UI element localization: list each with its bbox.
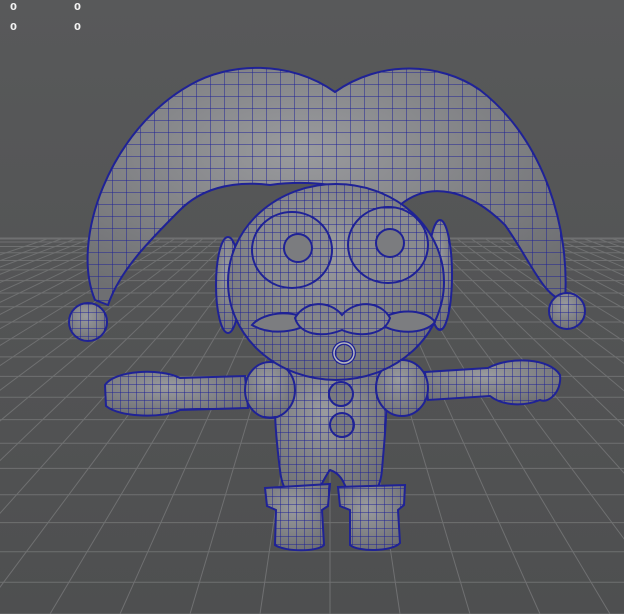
hat-bell-left[interactable]: [68, 302, 108, 342]
left-arm[interactable]: [103, 370, 250, 417]
jester-model-wireframe[interactable]: [0, 0, 624, 614]
body-button-bottom[interactable]: [329, 412, 355, 438]
body-button-top[interactable]: [328, 381, 354, 407]
right-arm[interactable]: [423, 359, 562, 406]
eye-socket-right[interactable]: [347, 206, 429, 284]
3d-viewport[interactable]: 0 0 0 0: [0, 0, 624, 614]
right-boot[interactable]: [336, 483, 407, 551]
hat-bell-right[interactable]: [548, 292, 586, 330]
eye-socket-left[interactable]: [251, 211, 333, 289]
left-boot[interactable]: [263, 482, 332, 552]
